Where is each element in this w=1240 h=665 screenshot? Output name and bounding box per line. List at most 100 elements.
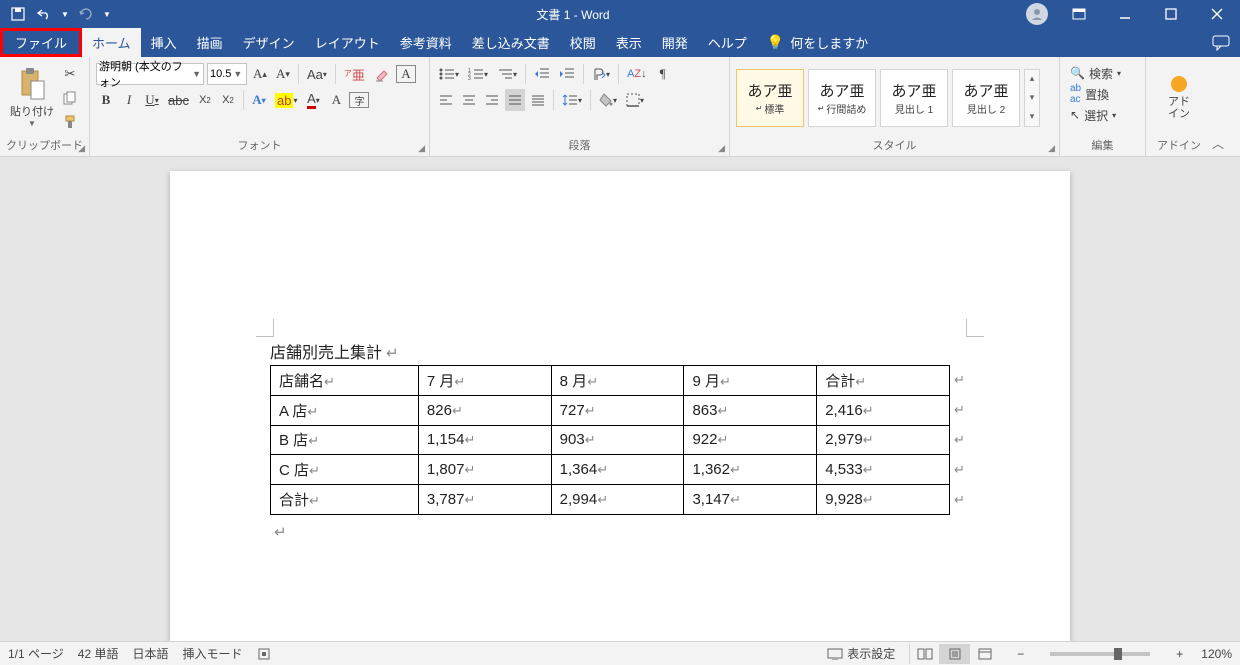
page-content[interactable]: 店舗別売上集計↵ 店舗名↵7 月↵8 月↵9 月↵合計↵A 店↵826↵727↵… bbox=[270, 339, 970, 542]
numbering-button[interactable]: 123▾ bbox=[465, 63, 491, 85]
undo-button[interactable] bbox=[34, 4, 54, 24]
style-heading1[interactable]: あア亜 見出し 1 bbox=[880, 69, 948, 127]
status-page[interactable]: 1/1 ページ bbox=[8, 645, 64, 662]
decrease-indent-button[interactable] bbox=[531, 63, 553, 85]
font-launcher[interactable]: ◢ bbox=[418, 143, 425, 154]
paste-button[interactable]: 貼り付け ▼ bbox=[6, 67, 58, 128]
comments-button[interactable] bbox=[1212, 35, 1230, 51]
table-cell[interactable]: 7 月↵ bbox=[418, 366, 551, 396]
paragraph-launcher[interactable]: ◢ bbox=[718, 143, 725, 154]
tab-references[interactable]: 参考資料 bbox=[390, 28, 462, 57]
table-cell[interactable]: 826↵ bbox=[418, 395, 551, 425]
tab-draw[interactable]: 描画 bbox=[187, 28, 233, 57]
style-heading2[interactable]: あア亜 見出し 2 bbox=[952, 69, 1020, 127]
character-shading-button[interactable]: A bbox=[326, 89, 346, 111]
bullets-button[interactable]: ▾ bbox=[436, 63, 462, 85]
align-left-button[interactable] bbox=[436, 89, 456, 111]
style-normal[interactable]: あア亜 ↵標準 bbox=[736, 69, 804, 127]
style-gallery-more[interactable]: ▴▾▾ bbox=[1024, 69, 1040, 127]
minimize-button[interactable] bbox=[1102, 0, 1148, 28]
align-right-button[interactable] bbox=[482, 89, 502, 111]
table-cell[interactable]: 922↵ bbox=[684, 425, 817, 455]
phonetic-guide-button[interactable]: ア亜 bbox=[341, 63, 368, 85]
distributed-button[interactable] bbox=[528, 89, 548, 111]
status-language[interactable]: 日本語 bbox=[132, 645, 168, 662]
collapse-ribbon-button[interactable]: ︿ bbox=[1212, 135, 1224, 152]
tell-me-search[interactable]: 💡 何をしますか bbox=[757, 28, 878, 57]
table-cell[interactable]: B 店↵ bbox=[271, 425, 419, 455]
document-area[interactable]: 店舗別売上集計↵ 店舗名↵7 月↵8 月↵9 月↵合計↵A 店↵826↵727↵… bbox=[0, 157, 1240, 641]
show-marks-button[interactable]: ¶ bbox=[653, 63, 673, 85]
align-center-button[interactable] bbox=[459, 89, 479, 111]
text-effects-button[interactable]: A▾ bbox=[249, 89, 269, 111]
tab-home[interactable]: ホーム bbox=[82, 28, 141, 57]
format-painter-button[interactable] bbox=[60, 111, 80, 133]
table-row[interactable]: C 店↵1,807↵1,364↵1,362↵4,533↵ bbox=[271, 455, 950, 485]
font-name-combo[interactable]: 游明朝 (本文のフォン▼ bbox=[96, 63, 204, 85]
addins-button[interactable]: アド イン bbox=[1164, 76, 1194, 120]
find-button[interactable]: 🔍検索▾ bbox=[1066, 63, 1125, 83]
tab-review[interactable]: 校閲 bbox=[560, 28, 606, 57]
save-button[interactable] bbox=[8, 4, 28, 24]
table-row[interactable]: A 店↵826↵727↵863↵2,416↵ bbox=[271, 395, 950, 425]
table-cell[interactable]: A 店↵ bbox=[271, 395, 419, 425]
tab-view[interactable]: 表示 bbox=[606, 28, 652, 57]
undo-dropdown[interactable]: ▼ bbox=[60, 4, 70, 24]
zoom-in-button[interactable]: + bbox=[1172, 647, 1187, 661]
status-insert-mode[interactable]: 挿入モード bbox=[182, 645, 242, 662]
display-settings-button[interactable]: 表示設定 bbox=[827, 645, 895, 662]
table-cell[interactable]: 合計↵ bbox=[817, 366, 950, 396]
tab-developer[interactable]: 開発 bbox=[652, 28, 698, 57]
table-cell[interactable]: 2,979↵ bbox=[817, 425, 950, 455]
status-words[interactable]: 42 単語 bbox=[78, 645, 119, 662]
tab-help[interactable]: ヘルプ bbox=[698, 28, 757, 57]
status-macro[interactable] bbox=[257, 647, 271, 661]
print-layout-button[interactable] bbox=[939, 644, 969, 664]
table-cell[interactable]: C 店↵ bbox=[271, 455, 419, 485]
qat-customize[interactable]: ▼ bbox=[102, 4, 112, 24]
redo-button[interactable] bbox=[76, 4, 96, 24]
grow-font-button[interactable]: A▴ bbox=[250, 63, 270, 85]
tab-layout[interactable]: レイアウト bbox=[305, 28, 390, 57]
tab-insert[interactable]: 挿入 bbox=[141, 28, 187, 57]
highlight-button[interactable]: ab▾ bbox=[272, 89, 300, 111]
table-cell[interactable]: 2,416↵ bbox=[817, 395, 950, 425]
data-table[interactable]: 店舗名↵7 月↵8 月↵9 月↵合計↵A 店↵826↵727↵863↵2,416… bbox=[270, 365, 950, 515]
justify-button[interactable] bbox=[505, 89, 525, 111]
table-cell[interactable]: 8 月↵ bbox=[551, 366, 684, 396]
clipboard-launcher[interactable]: ◢ bbox=[78, 143, 85, 154]
sort-button[interactable]: AZ↓ bbox=[624, 63, 650, 85]
table-row[interactable]: 店舗名↵7 月↵8 月↵9 月↵合計↵ bbox=[271, 366, 950, 396]
user-avatar[interactable] bbox=[1026, 3, 1048, 25]
cut-button[interactable]: ✂ bbox=[60, 63, 80, 85]
font-color-button[interactable]: A▾ bbox=[303, 89, 323, 111]
copy-button[interactable] bbox=[60, 87, 80, 109]
read-mode-button[interactable] bbox=[909, 644, 939, 664]
underline-button[interactable]: U▾ bbox=[142, 89, 162, 111]
strikethrough-button[interactable]: abc bbox=[165, 89, 192, 111]
tab-design[interactable]: デザイン bbox=[233, 28, 305, 57]
table-cell[interactable]: 903↵ bbox=[551, 425, 684, 455]
borders-button[interactable]: ▾ bbox=[623, 89, 647, 111]
table-cell[interactable]: 9,928↵ bbox=[817, 485, 950, 515]
table-cell[interactable]: 2,994↵ bbox=[551, 485, 684, 515]
text-direction-button[interactable]: ▾ bbox=[589, 63, 613, 85]
close-button[interactable] bbox=[1194, 0, 1240, 28]
table-cell[interactable]: 863↵ bbox=[684, 395, 817, 425]
increase-indent-button[interactable] bbox=[556, 63, 578, 85]
zoom-slider[interactable] bbox=[1050, 652, 1150, 656]
table-cell[interactable]: 1,362↵ bbox=[684, 455, 817, 485]
table-cell[interactable]: 9 月↵ bbox=[684, 366, 817, 396]
line-spacing-button[interactable]: ▾ bbox=[559, 89, 585, 111]
table-row[interactable]: 合計↵3,787↵2,994↵3,147↵9,928↵ bbox=[271, 485, 950, 515]
table-cell[interactable]: 3,787↵ bbox=[418, 485, 551, 515]
doc-heading[interactable]: 店舗別売上集計↵ bbox=[270, 339, 970, 363]
tab-mailings[interactable]: 差し込み文書 bbox=[462, 28, 560, 57]
table-cell[interactable]: 3,147↵ bbox=[684, 485, 817, 515]
zoom-level[interactable]: 120% bbox=[1201, 647, 1232, 661]
style-nospacing[interactable]: あア亜 ↵行間詰め bbox=[808, 69, 876, 127]
select-button[interactable]: ↖選択▾ bbox=[1066, 105, 1120, 125]
table-cell[interactable]: 店舗名↵ bbox=[271, 366, 419, 396]
superscript-button[interactable]: X2 bbox=[218, 89, 238, 111]
tab-file[interactable]: ファイル bbox=[0, 28, 82, 57]
